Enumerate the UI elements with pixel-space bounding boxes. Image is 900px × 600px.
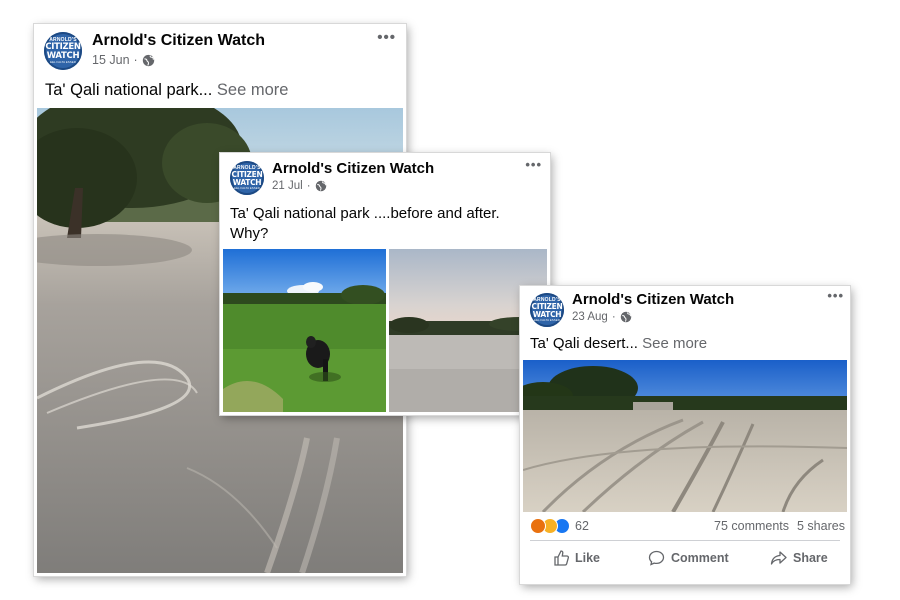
- page-avatar[interactable]: ARNOLD'S CITIZEN WATCH EEL FALTA ESSER: [44, 32, 82, 70]
- meta-separator: ·: [306, 180, 311, 192]
- page-avatar[interactable]: ARNOLD'S CITIZEN WATCH EEL FALTA ESSER: [230, 161, 264, 195]
- actions-divider: [530, 540, 840, 541]
- post-meta: 21 Jul ·: [272, 180, 327, 192]
- meta-separator: ·: [611, 311, 616, 323]
- post-meta: 15 Jun ·: [92, 53, 155, 67]
- comment-button[interactable]: Comment: [648, 550, 729, 566]
- like-button[interactable]: Like: [553, 550, 600, 566]
- post-card-jul: ARNOLD'S CITIZEN WATCH EEL FALTA ESSER A…: [220, 153, 550, 415]
- page-name[interactable]: Arnold's Citizen Watch: [572, 291, 734, 308]
- shares-count[interactable]: 5 shares: [797, 519, 845, 533]
- angry-reaction-icon: [530, 518, 546, 534]
- comments-count[interactable]: 75 comments: [714, 519, 789, 533]
- share-button[interactable]: Share: [770, 550, 828, 566]
- see-more-link[interactable]: See more: [217, 81, 289, 99]
- post-card-aug: ARNOLD'S CITIZEN WATCH EEL FALTA ESSER A…: [520, 286, 850, 584]
- page-name[interactable]: Arnold's Citizen Watch: [92, 32, 265, 50]
- post-text: Ta' Qali national park... See more: [45, 81, 289, 99]
- page-name[interactable]: Arnold's Citizen Watch: [272, 160, 434, 177]
- post-date[interactable]: 21 Jul: [272, 180, 303, 192]
- comment-bubble-icon: [648, 550, 665, 566]
- post-text-line1: Ta' Qali national park ....before and af…: [230, 205, 500, 222]
- post-date[interactable]: 15 Jun: [92, 53, 130, 67]
- reaction-count: 62: [575, 519, 589, 533]
- reactions-summary[interactable]: 62: [530, 518, 589, 534]
- post-meta: 23 Aug ·: [572, 311, 632, 323]
- post-text: Ta' Qali desert... See more: [530, 335, 708, 352]
- thumbs-up-icon: [554, 550, 569, 566]
- more-dots-icon[interactable]: •••: [525, 157, 542, 172]
- see-more-link[interactable]: See more: [642, 335, 707, 352]
- globe-icon: [142, 54, 154, 66]
- desert-tracks-image: [523, 360, 847, 512]
- post-text-line2: Why?: [230, 225, 269, 242]
- post-photo-desert[interactable]: [523, 360, 847, 512]
- post-photo-before[interactable]: [223, 249, 386, 412]
- globe-icon: [315, 180, 326, 192]
- page-avatar[interactable]: ARNOLD'S CITIZEN WATCH EEL FALTA ESSER: [530, 293, 564, 327]
- share-arrow-icon: [770, 551, 787, 565]
- globe-icon: [620, 311, 631, 323]
- green-field-dog-image: [223, 249, 386, 412]
- post-date[interactable]: 23 Aug: [572, 311, 608, 323]
- meta-separator: ·: [133, 53, 138, 67]
- more-dots-icon[interactable]: •••: [827, 288, 844, 303]
- more-dots-icon[interactable]: •••: [377, 29, 396, 46]
